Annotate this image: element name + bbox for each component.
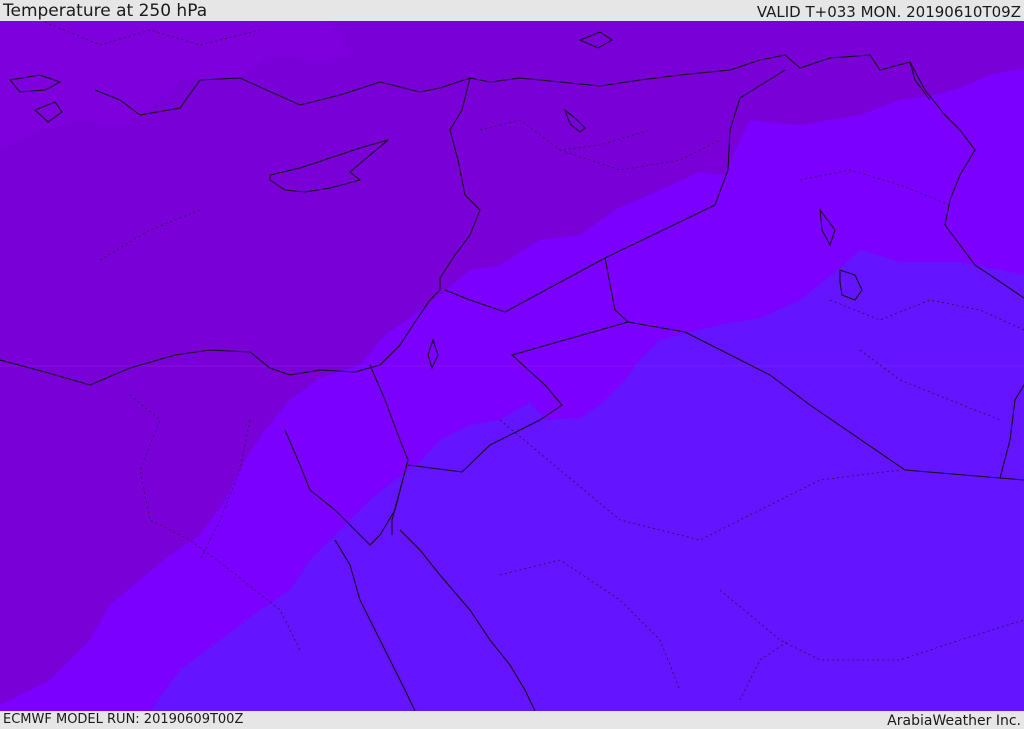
map-canvas [0, 21, 1024, 711]
map-title: Temperature at 250 hPa [3, 1, 208, 21]
credit-label: ArabiaWeather Inc. [887, 713, 1021, 729]
valid-time: VALID T+033 MON. 20190610T09Z [756, 3, 1021, 21]
model-run-label: ECMWF MODEL RUN: 20190609T00Z [3, 712, 244, 727]
map-view[interactable] [0, 21, 1024, 711]
